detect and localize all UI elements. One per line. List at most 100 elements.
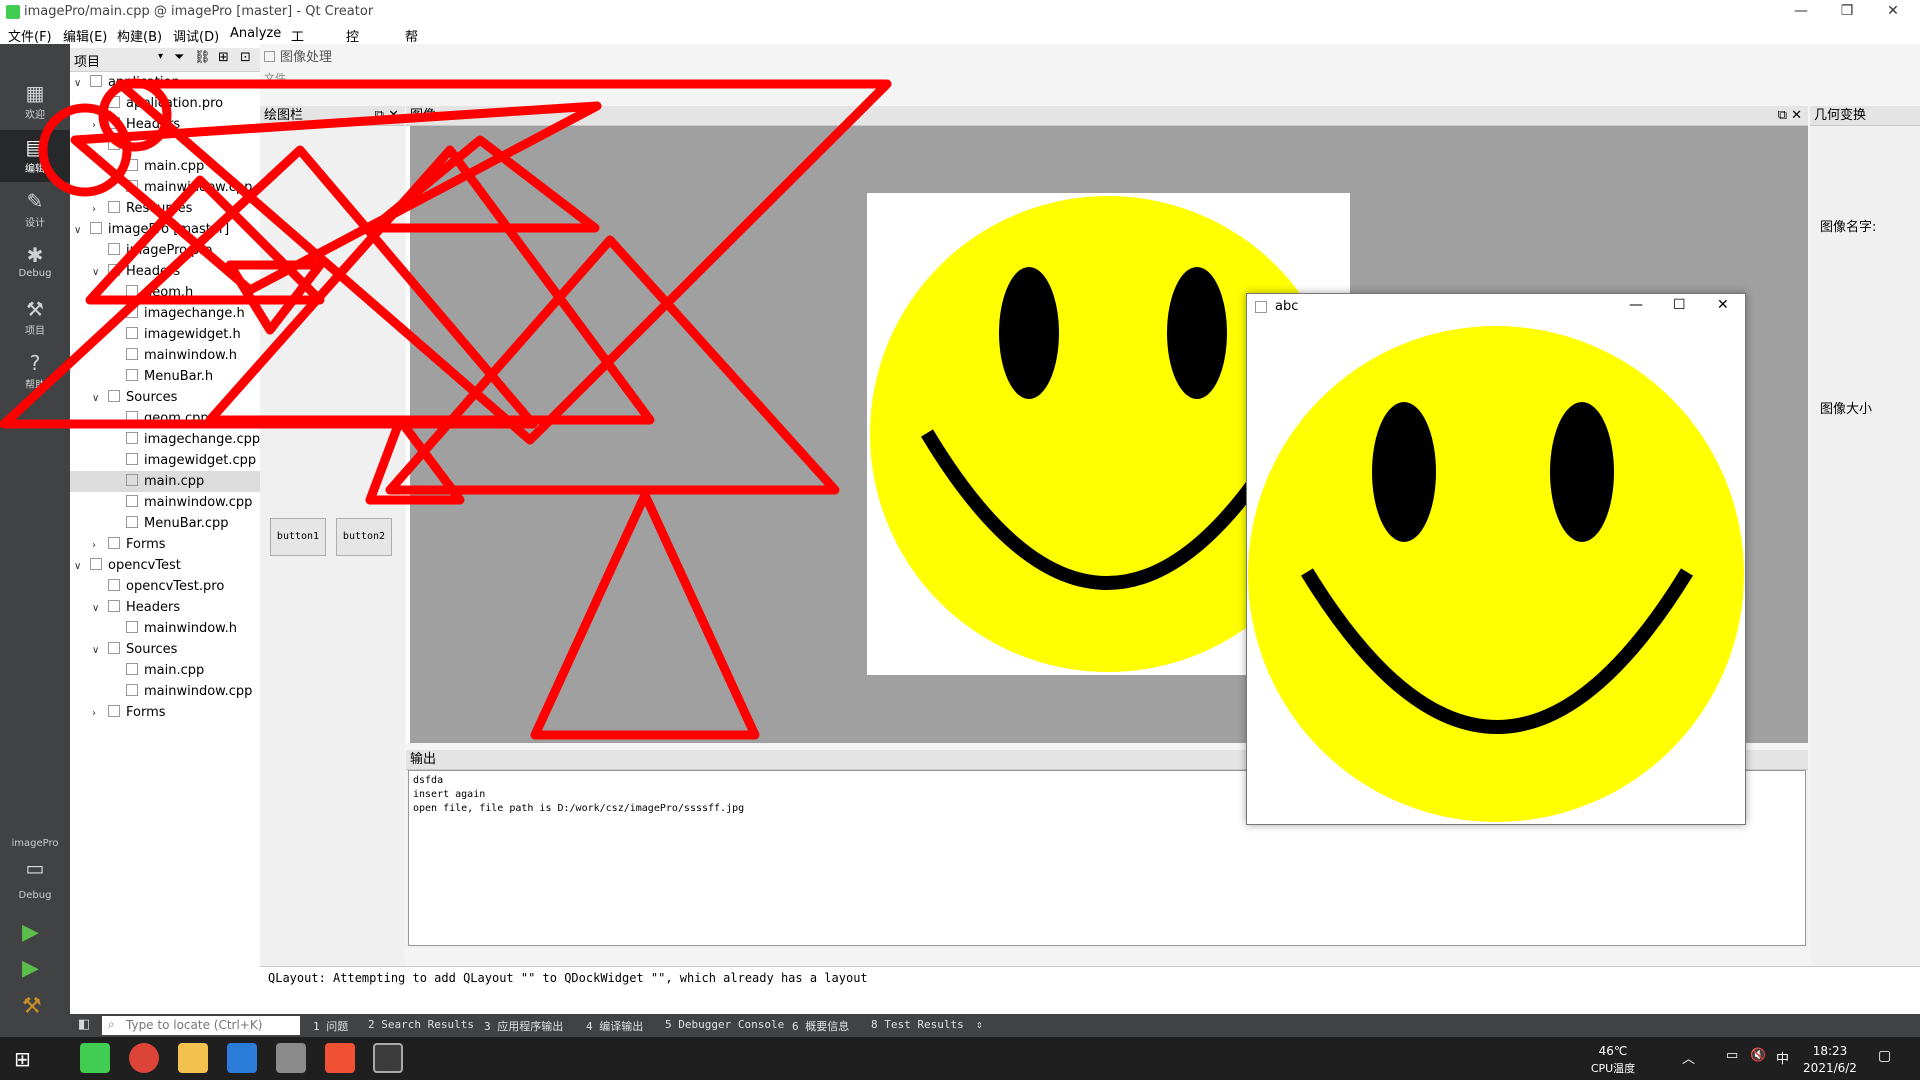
tree-item[interactable]: geom.cpp	[70, 408, 260, 429]
clock-date[interactable]: 2021/6/2	[1800, 1061, 1860, 1075]
folder-icon[interactable]	[178, 1043, 208, 1073]
tree-item[interactable]: › Forms	[70, 534, 260, 555]
tabs-arrow-icon[interactable]: ⇕	[976, 1018, 983, 1031]
tree-item[interactable]: ∨ Headers	[70, 261, 260, 282]
dock-close-icon[interactable]: ⧉ ✕	[375, 106, 399, 126]
build-hammer-icon[interactable]: ⚒	[22, 994, 42, 1019]
abc-close-button[interactable]: ✕	[1717, 297, 1729, 313]
tree-item[interactable]: main.cpp	[70, 660, 260, 681]
abc-maximize-button[interactable]: ☐	[1673, 297, 1686, 313]
tree-item[interactable]: imagePro.pro	[70, 240, 260, 261]
menu-analyze[interactable]: Analyze	[230, 26, 281, 41]
chevron-down-icon[interactable]: ∨	[74, 220, 90, 241]
tab-application-output[interactable]: 3 应用程序输出	[484, 1018, 563, 1034]
chevron-down-icon[interactable]: ∨	[92, 640, 108, 661]
tab-compile-output[interactable]: 4 编译输出	[586, 1018, 643, 1034]
chevron-up-icon[interactable]: ︿	[1682, 1048, 1695, 1067]
mute-icon[interactable]: 🔇	[1750, 1048, 1766, 1063]
tree-item[interactable]: › Headers	[70, 114, 260, 135]
network-icon[interactable]: ▭	[1726, 1048, 1738, 1063]
chevron-down-icon[interactable]: ∨	[92, 598, 108, 619]
sidebar-toggle-icon[interactable]: ◧	[78, 1017, 90, 1032]
tree-item[interactable]: ∨ opencvTest	[70, 555, 260, 576]
chevron-right-icon[interactable]: ›	[92, 115, 108, 136]
button2[interactable]: button2	[336, 518, 392, 556]
app-menu-file[interactable]: 文件	[264, 70, 286, 86]
tree-item[interactable]: › Forms	[70, 702, 260, 723]
tree-item[interactable]: imagechange.cpp	[70, 429, 260, 450]
windows-start-icon[interactable]: ⊞	[14, 1047, 31, 1071]
mode-design[interactable]: ✎ 设计	[0, 184, 70, 236]
mode-welcome[interactable]: ▦ 欢迎	[0, 76, 70, 128]
run-icon[interactable]: ▶	[22, 920, 39, 945]
menu-debug[interactable]: 调试(D)	[173, 26, 219, 45]
dock-close-icon[interactable]: ⧉ ✕	[1778, 106, 1802, 126]
chevron-down-icon[interactable]: ∨	[74, 556, 90, 577]
abc-minimize-button[interactable]: —	[1629, 297, 1643, 313]
chevron-right-icon[interactable]: ›	[92, 199, 108, 220]
chevron-right-icon[interactable]: ›	[92, 535, 108, 556]
tree-item[interactable]: mainwindow.h	[70, 618, 260, 639]
tree-item[interactable]: ∨ Sources	[70, 639, 260, 660]
abc-window[interactable]: abc — ☐ ✕	[1246, 293, 1746, 825]
tree-item[interactable]: › Resources	[70, 198, 260, 219]
clock-time[interactable]: 18:23	[1800, 1044, 1860, 1058]
project-selector[interactable]: 项目	[74, 51, 100, 70]
tree-item[interactable]: opencvTest.pro	[70, 576, 260, 597]
tab-debugger-console[interactable]: 5 Debugger Console	[665, 1018, 784, 1031]
mode-edit[interactable]: ▤ 编辑	[0, 130, 70, 182]
menu-build[interactable]: 构建(B)	[117, 26, 162, 45]
window-app-icon[interactable]	[373, 1043, 403, 1073]
tab-search-results[interactable]: 2 Search Results	[368, 1018, 474, 1031]
monitor-icon[interactable]: ▭	[0, 856, 70, 880]
button1[interactable]: button1	[270, 518, 326, 556]
git-icon[interactable]	[325, 1043, 355, 1073]
chevron-down-icon[interactable]: ▾	[158, 51, 163, 62]
tree-item[interactable]: main.cpp	[70, 471, 260, 492]
close-pane-icon[interactable]: ⊡	[240, 50, 251, 65]
tab-general-messages[interactable]: 6 概要信息	[792, 1018, 849, 1034]
tab-test-results[interactable]: 8 Test Results	[871, 1018, 964, 1031]
tree-item[interactable]: geom.h	[70, 282, 260, 303]
tab-issues[interactable]: 1 问题	[313, 1018, 348, 1034]
maximize-button[interactable]: ❐	[1824, 0, 1870, 24]
tree-item[interactable]: ∨ imagePro [master]	[70, 219, 260, 240]
app-icon[interactable]	[227, 1043, 257, 1073]
chevron-down-icon[interactable]: ∨	[92, 388, 108, 409]
ime-indicator[interactable]: 中	[1776, 1048, 1789, 1067]
filter-icon[interactable]: ⏷	[174, 50, 184, 65]
close-button[interactable]: ✕	[1870, 0, 1916, 24]
qt-icon[interactable]	[80, 1043, 110, 1073]
link-icon[interactable]: ⛓	[194, 50, 211, 65]
chevron-right-icon[interactable]: ›	[92, 703, 108, 724]
chevron-down-icon[interactable]: ∨	[74, 73, 90, 94]
tree-item[interactable]: MenuBar.cpp	[70, 513, 260, 534]
mode-debug[interactable]: ✱ Debug	[0, 238, 70, 290]
locator-input[interactable]: Type to locate (Ctrl+K)	[102, 1016, 300, 1035]
split-icon[interactable]: ⊞	[218, 50, 229, 65]
tree-item[interactable]: ∨ Headers	[70, 597, 260, 618]
tree-item[interactable]: application.pro	[70, 93, 260, 114]
tree-item[interactable]	[70, 135, 260, 156]
tree-item[interactable]: ∨ application	[70, 72, 260, 93]
tree-item[interactable]: imagewidget.cpp	[70, 450, 260, 471]
vm-icon[interactable]	[276, 1043, 306, 1073]
notification-icon[interactable]: ▢	[1878, 1048, 1891, 1064]
tree-item[interactable]: mainwindow.cpp	[70, 492, 260, 513]
tree-item[interactable]: mainwindow.cpp	[70, 177, 260, 198]
tree-item[interactable]: imagewidget.h	[70, 324, 260, 345]
tree-item[interactable]: imagechange.h	[70, 303, 260, 324]
debug-run-icon[interactable]: ▶	[22, 956, 39, 981]
tree-item[interactable]: ∨ Sources	[70, 387, 260, 408]
tree-item[interactable]: main.cpp	[70, 156, 260, 177]
tree-item[interactable]: mainwindow.h	[70, 345, 260, 366]
minimize-button[interactable]: —	[1778, 0, 1824, 24]
mode-help[interactable]: ? 帮助	[0, 346, 70, 398]
tree-item[interactable]: mainwindow.cpp	[70, 681, 260, 702]
chevron-down-icon[interactable]: ∨	[92, 262, 108, 283]
chrome-icon[interactable]	[129, 1043, 159, 1073]
menu-edit[interactable]: 编辑(E)	[63, 26, 107, 45]
mode-projects[interactable]: ⚒ 项目	[0, 292, 70, 344]
tree-item[interactable]: MenuBar.h	[70, 366, 260, 387]
menu-file[interactable]: 文件(F)	[8, 26, 52, 45]
